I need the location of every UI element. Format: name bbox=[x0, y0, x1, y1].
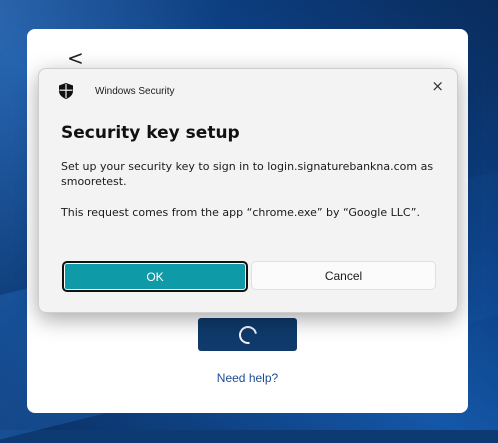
need-help-link[interactable]: Need help? bbox=[27, 371, 468, 385]
windows-security-dialog: Windows Security × Security key setup Se… bbox=[38, 68, 458, 313]
continue-button-loading[interactable] bbox=[198, 318, 297, 351]
dialog-request-source: This request comes from the app “chrome.… bbox=[61, 206, 420, 219]
ok-button[interactable]: OK bbox=[62, 261, 248, 292]
dialog-title: Security key setup bbox=[61, 123, 240, 143]
cancel-button[interactable]: Cancel bbox=[251, 261, 436, 290]
close-icon: × bbox=[431, 77, 444, 95]
close-button[interactable]: × bbox=[431, 77, 444, 95]
shield-icon bbox=[59, 83, 73, 99]
dialog-header: Windows Security bbox=[59, 83, 174, 99]
dialog-body: Set up your security key to sign in to l… bbox=[61, 159, 441, 220]
dialog-message: Set up your security key to sign in to l… bbox=[61, 160, 434, 188]
loading-spinner-icon bbox=[234, 321, 261, 348]
chevron-left-icon: < bbox=[67, 46, 84, 70]
back-button[interactable]: < bbox=[67, 47, 85, 69]
dialog-app-name: Windows Security bbox=[95, 85, 175, 97]
